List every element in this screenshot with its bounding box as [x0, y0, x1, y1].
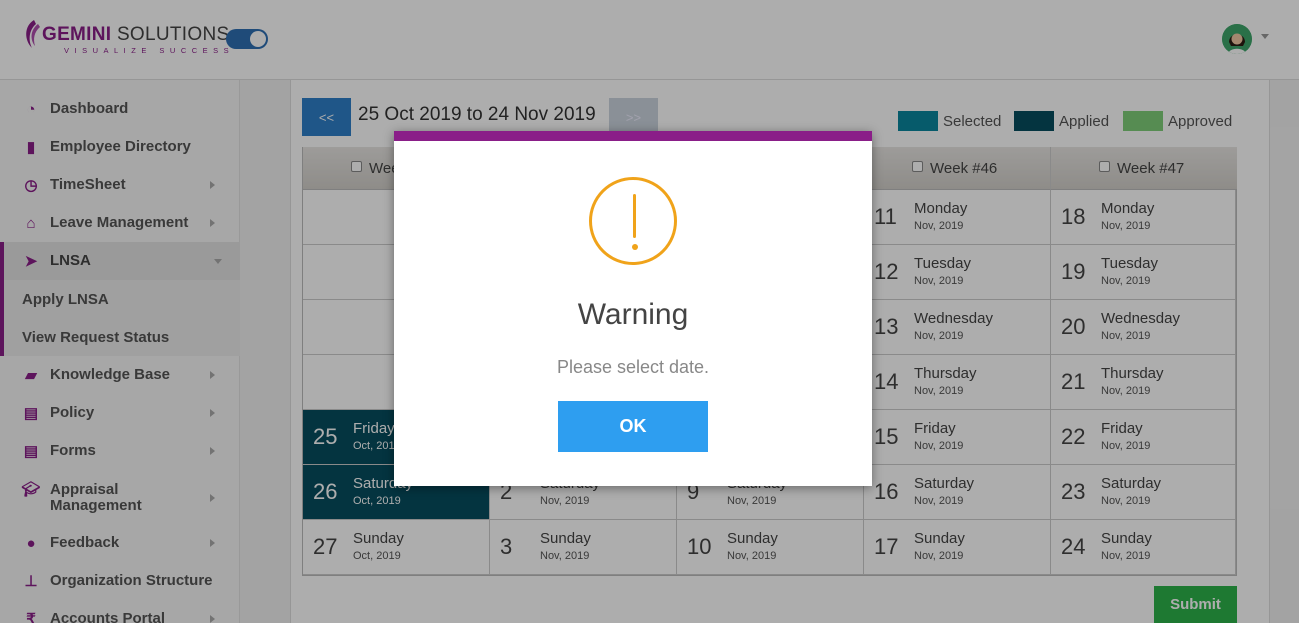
dialog-title: Warning: [577, 298, 689, 331]
warning-icon-dot: [631, 244, 638, 250]
warning-dialog: Warning Please select date. OK: [394, 131, 872, 486]
warning-icon-bar: [633, 194, 636, 238]
warning-icon: [589, 177, 677, 265]
dialog-message: Please select date.: [556, 357, 710, 377]
ok-button[interactable]: OK: [558, 401, 708, 452]
